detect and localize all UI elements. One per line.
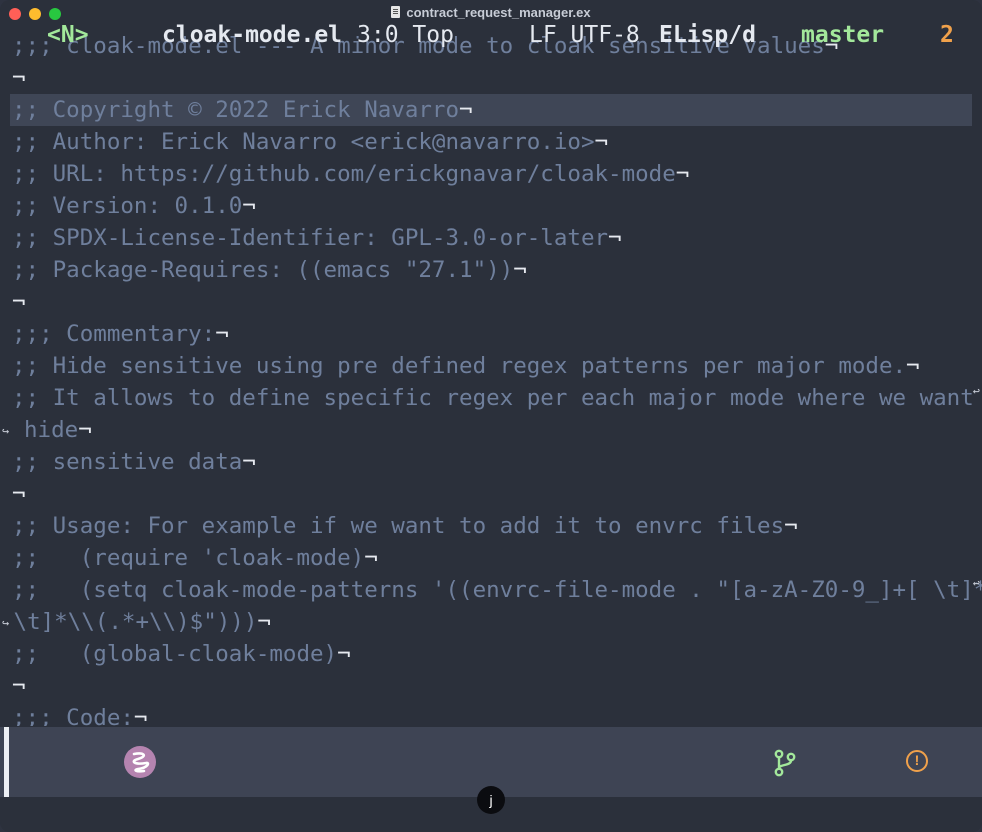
code-line-text: ;; It allows to define specific regex pe…	[12, 385, 982, 411]
code-line-text: ;; SPDX-License-Identifier: GPL-3.0-or-l…	[12, 225, 609, 251]
code-line-text: hide	[24, 417, 79, 443]
code-line-text: ;; Hide sensitive using pre defined rege…	[12, 353, 907, 379]
code-line[interactable]: ¬	[0, 286, 26, 318]
code-line[interactable]: ;; It allows to define specific regex pe…	[0, 382, 982, 414]
code-line[interactable]: ;; (setq cloak-mode-patterns '((envrc-fi…	[0, 574, 982, 606]
mode-line-active-indicator	[4, 727, 9, 797]
newline-marker: ¬	[608, 225, 622, 251]
wrap-continue-icon: ↩	[972, 576, 980, 590]
code-line[interactable]: ;; Author: Erick Navarro <erick@navarro.…	[0, 126, 608, 158]
code-line[interactable]: ;; Copyright © 2022 Erick Navarro¬	[10, 94, 972, 126]
code-line[interactable]: ;; SPDX-License-Identifier: GPL-3.0-or-l…	[0, 222, 622, 254]
code-line[interactable]: hide¬	[0, 414, 92, 446]
newline-marker: ¬	[594, 129, 609, 155]
code-line-text: ;; (require 'cloak-mode)	[12, 545, 365, 571]
newline-marker: ¬	[675, 161, 690, 187]
code-line-text: ;; Usage: For example if we want to add …	[12, 513, 785, 539]
emacs-icon	[124, 746, 156, 778]
code-line[interactable]: ;; sensitive data¬	[0, 446, 256, 478]
emacs-window: contract_request_manager.ex ;;; cloak-mo…	[0, 0, 982, 832]
code-line[interactable]: ¬	[0, 62, 26, 94]
code-line[interactable]: ;;; Code:¬	[0, 702, 147, 726]
newline-marker: ¬	[337, 641, 351, 667]
evil-state: <N>	[47, 22, 89, 48]
newline-marker: ¬	[12, 65, 26, 91]
code-line-text: ;;; Code:	[12, 705, 134, 726]
newline-marker: ¬	[133, 705, 148, 726]
code-line-text: ;; Author: Erick Navarro <erick@navarro.…	[12, 129, 595, 155]
file-icon	[391, 6, 401, 18]
code-line-text: ;;; Commentary:	[12, 321, 216, 347]
code-line[interactable]: ¬	[0, 478, 26, 510]
code-line-text: \t]*\\(.*+\\)$")))	[0, 609, 258, 635]
git-branch-icon	[774, 749, 796, 781]
newline-marker: ¬	[242, 193, 256, 219]
code-line[interactable]: ;; Hide sensitive using pre defined rege…	[0, 350, 920, 382]
wrap-continued-icon: ↪	[2, 424, 10, 438]
code-line[interactable]: ;;; Commentary:¬	[0, 318, 229, 350]
window-title: contract_request_manager.ex	[0, 5, 982, 20]
code-line-text: ;; Version: 0.1.0	[12, 193, 243, 219]
code-line-text: ;; Package-Requires: ((emacs "27.1"))	[12, 257, 514, 283]
code-line[interactable]: ;; Package-Requires: ((emacs "27.1"))¬	[0, 254, 527, 286]
newline-marker: ¬	[215, 321, 229, 347]
code-line[interactable]: ;; (global-cloak-mode)¬	[0, 638, 351, 670]
code-line[interactable]: ;; Usage: For example if we want to add …	[0, 510, 798, 542]
code-line[interactable]: ;; URL: https://github.com/erickgnavar/c…	[0, 158, 689, 190]
newline-marker: ¬	[513, 257, 527, 283]
newline-marker: ¬	[459, 97, 473, 123]
warning-icon: !	[906, 750, 928, 772]
newline-marker: ¬	[906, 353, 920, 379]
newline-marker: ¬	[12, 481, 26, 507]
code-line[interactable]: \t]*\\(.*+\\)$")))¬	[0, 606, 271, 638]
newline-marker: ¬	[364, 545, 378, 571]
code-line-text: ;; sensitive data	[12, 449, 243, 475]
encoding-indicator[interactable]: LF UTF-8	[529, 20, 640, 50]
code-line[interactable]: ;; (require 'cloak-mode)¬	[0, 542, 378, 574]
newline-marker: ¬	[12, 673, 26, 699]
newline-marker: ¬	[12, 289, 26, 315]
code-line-text: ;; (setq cloak-mode-patterns '((envrc-fi…	[12, 577, 982, 603]
code-line[interactable]: ¬	[0, 670, 26, 702]
keypress-indicator: j	[477, 786, 505, 814]
code-line-text: ;; (global-cloak-mode)	[12, 641, 338, 667]
warning-count[interactable]: 2	[940, 20, 954, 50]
code-line[interactable]: ;; Version: 0.1.0¬	[0, 190, 256, 222]
code-line-text: ;; URL: https://github.com/erickgnavar/c…	[12, 161, 676, 187]
newline-marker: ¬	[257, 609, 271, 635]
editor-buffer[interactable]: ;;; cloak-mode.el --- A minor mode to cl…	[0, 30, 982, 726]
newline-marker: ¬	[784, 513, 798, 539]
major-mode[interactable]: ELisp/d	[659, 20, 756, 50]
wrap-continue-icon: ↩	[972, 384, 980, 398]
code-line-text: ;; Copyright © 2022 Erick Navarro	[12, 97, 460, 123]
wrap-continued-icon: ↪	[2, 616, 10, 630]
git-branch[interactable]: master	[801, 20, 884, 50]
cursor-position: 3:0 Top	[357, 22, 454, 48]
newline-marker: ¬	[242, 449, 256, 475]
buffer-name[interactable]: cloak-mode.el	[162, 20, 342, 50]
newline-marker: ¬	[78, 417, 92, 443]
